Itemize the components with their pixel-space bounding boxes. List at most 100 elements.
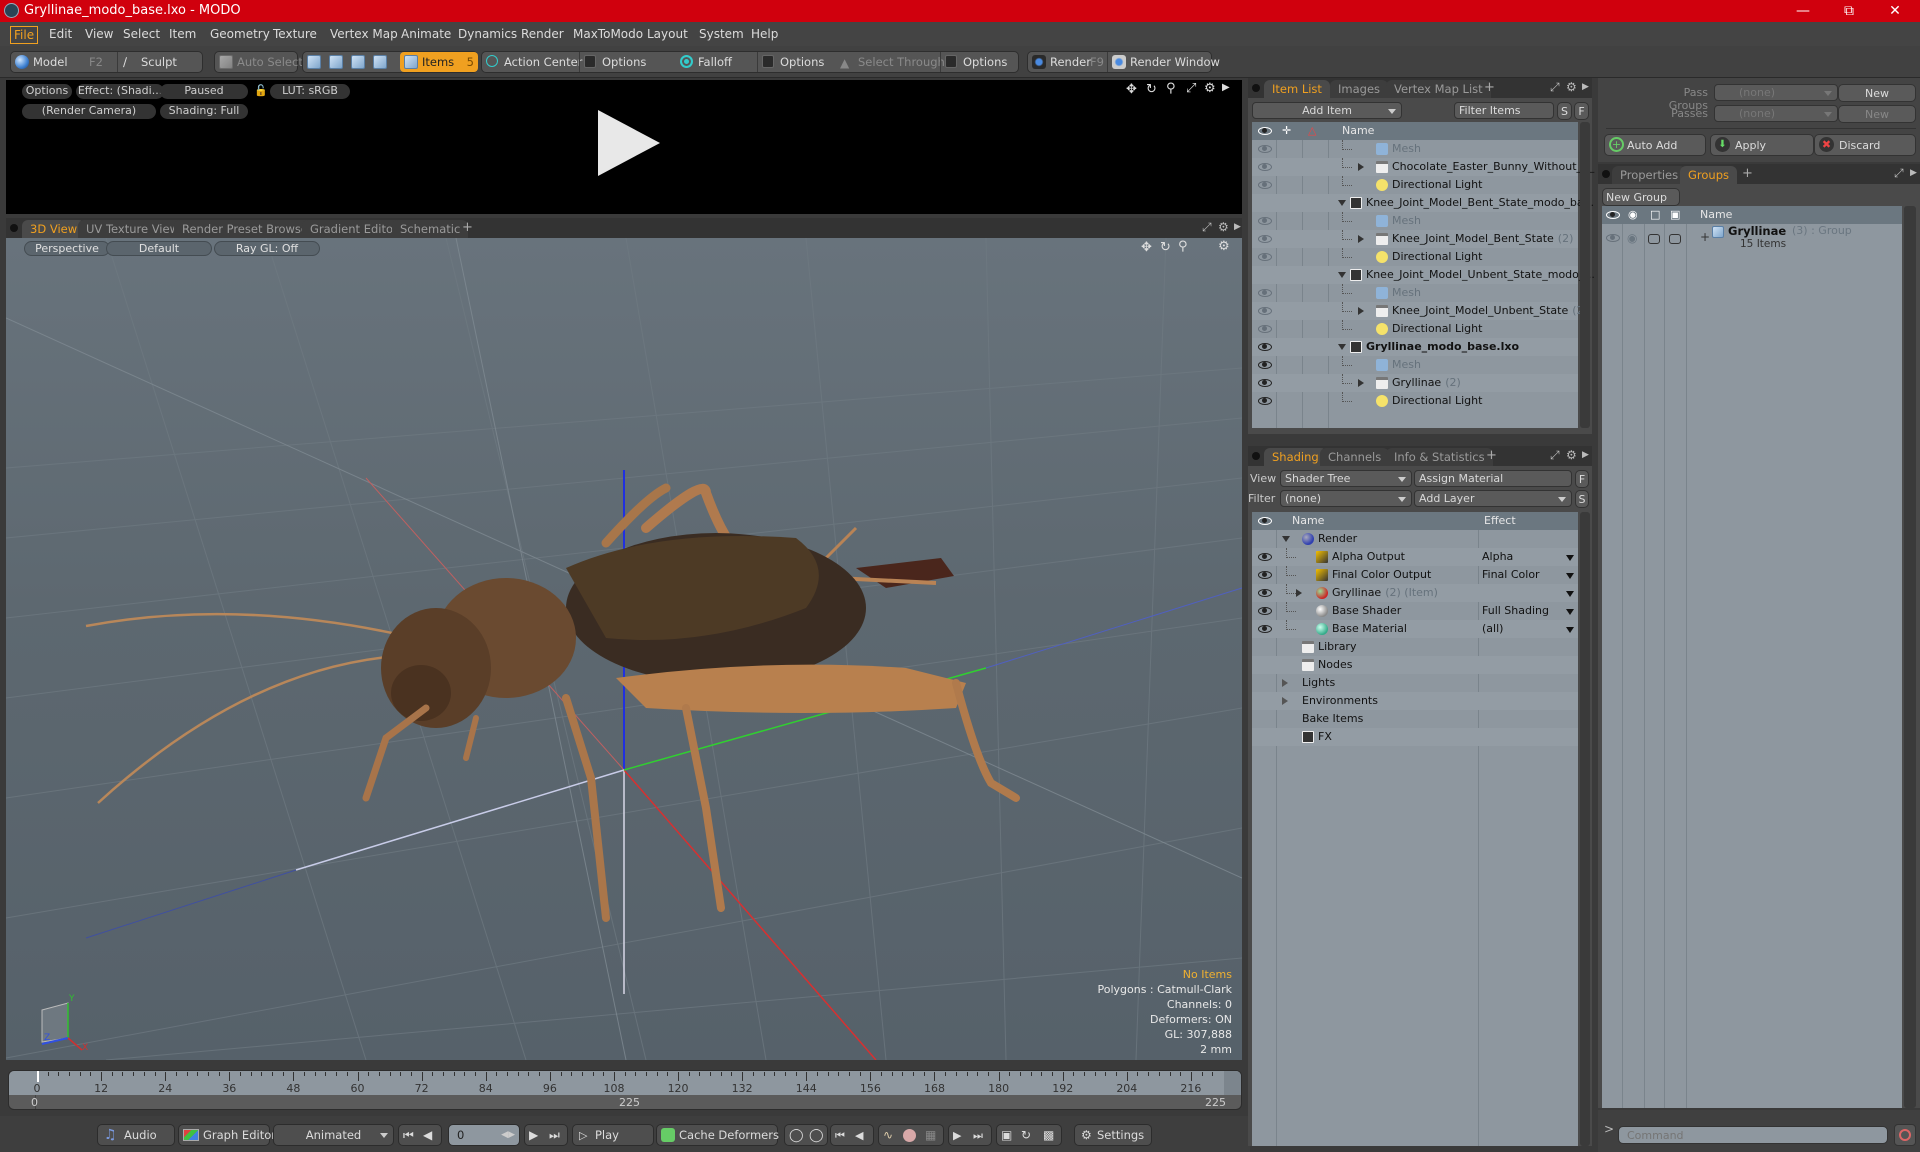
- maximize-panel-icon[interactable]: ⤢: [1550, 80, 1560, 95]
- shader-tree-row[interactable]: Nodes: [1252, 656, 1578, 674]
- falloff-button[interactable]: Falloff: [676, 52, 756, 72]
- panel-gear-icon[interactable]: ⚙: [1218, 220, 1229, 234]
- shading-add-tab-icon[interactable]: +: [1486, 448, 1497, 463]
- restore-button[interactable]: ⧉: [1826, 0, 1872, 22]
- expand-arrow-icon[interactable]: [1358, 163, 1364, 171]
- model-mode-button[interactable]: Model F2: [11, 52, 115, 72]
- item-list-row[interactable]: Directional Light: [1252, 320, 1578, 338]
- filter-items-input[interactable]: Filter Items: [1454, 102, 1554, 119]
- visibility-eye-icon[interactable]: [1258, 145, 1272, 153]
- menu-layout[interactable]: Layout: [644, 26, 691, 42]
- shader-tree-row[interactable]: Bake Items: [1252, 710, 1578, 728]
- shader-tree-row[interactable]: Lights: [1252, 674, 1578, 692]
- action-center-button[interactable]: Action Center: [482, 52, 582, 72]
- timeline[interactable]: 0 12 24 36 48 60 72 84 96 108 120 132 144 156 168 180 19…: [8, 1070, 1242, 1110]
- group-render-icon[interactable]: ◉: [1627, 231, 1637, 245]
- expand-arrow-icon[interactable]: [1358, 235, 1364, 243]
- visibility-eye-icon[interactable]: [1258, 181, 1272, 189]
- timeline-playhead[interactable]: [37, 1071, 39, 1082]
- menu-help[interactable]: Help: [748, 26, 781, 42]
- zoom-icon[interactable]: ⚲: [1166, 81, 1176, 96]
- group-row[interactable]: ◉ + Gryllinae (3) : Group 15 Items: [1602, 224, 1902, 256]
- shader-tree-scrollbar[interactable]: [1580, 512, 1590, 1146]
- menu-select[interactable]: Select: [120, 26, 163, 42]
- minimize-button[interactable]: —: [1780, 0, 1826, 22]
- item-list-tab-item-list[interactable]: Item List: [1264, 80, 1330, 98]
- collapse-arrow-icon[interactable]: [1338, 200, 1346, 206]
- shading-s-button[interactable]: S: [1575, 490, 1589, 508]
- vertices-mode-button[interactable]: [303, 52, 325, 72]
- axis-column-icon[interactable]: △: [1308, 122, 1316, 140]
- pass-groups-dropdown[interactable]: (none): [1714, 84, 1838, 101]
- timeline-ruler[interactable]: 0 12 24 36 48 60 72 84 96 108 120 132 144 156 168 180 19…: [9, 1071, 1241, 1095]
- item-list-scrollbar[interactable]: [1580, 122, 1590, 428]
- viewport-gear-icon[interactable]: ⚙: [1218, 239, 1230, 254]
- groups-tab-properties[interactable]: Properties: [1612, 166, 1687, 184]
- graph-editor-button[interactable]: Graph Editor: [178, 1124, 276, 1146]
- raygl-dropdown[interactable]: Ray GL: Off: [214, 241, 320, 256]
- menu-dynamics[interactable]: Dynamics: [455, 26, 520, 42]
- assign-material-button[interactable]: Assign Material: [1414, 470, 1572, 487]
- item-list-add-tab-icon[interactable]: +: [1484, 80, 1495, 95]
- new-pass-group-button[interactable]: New: [1838, 84, 1916, 102]
- panel-gear-icon[interactable]: ⚙: [1566, 448, 1577, 462]
- menu-vertex-map[interactable]: Vertex Map: [327, 26, 401, 42]
- shader-effect-value[interactable]: Full Shading: [1482, 602, 1549, 620]
- shader-filter-dropdown[interactable]: (none): [1280, 490, 1412, 507]
- cricket-model[interactable]: [85, 483, 1020, 922]
- expand-arrow-icon[interactable]: ▶: [1222, 82, 1230, 93]
- menu-render[interactable]: Render: [518, 26, 567, 42]
- audio-button[interactable]: ♫ Audio: [97, 1124, 175, 1146]
- items-mode-button[interactable]: Items 5: [400, 52, 478, 72]
- key-filter-icon[interactable]: ▦: [925, 1125, 936, 1146]
- next-frame-key-icon[interactable]: ▶: [953, 1125, 961, 1146]
- viewport-pan-icon[interactable]: ✥: [1141, 240, 1152, 255]
- apply-button[interactable]: ⬇ Apply: [1710, 134, 1814, 156]
- collapse-arrow-icon[interactable]: [1282, 536, 1290, 542]
- loop-icon[interactable]: ↻: [1021, 1125, 1031, 1146]
- visibility-eye-icon[interactable]: [1258, 589, 1272, 597]
- menu-animate[interactable]: Animate: [398, 26, 454, 42]
- menu-file[interactable]: File: [10, 26, 39, 44]
- effect-dropdown-arrow-icon[interactable]: [1566, 573, 1574, 579]
- select-through-button[interactable]: ▲ Select Through: [836, 52, 945, 72]
- auto-add-button[interactable]: + Auto Add: [1604, 134, 1706, 156]
- shader-tree-row[interactable]: Base Shader Full Shading: [1252, 602, 1578, 620]
- menu-geometry[interactable]: Geometry: [207, 26, 273, 42]
- menu-system[interactable]: System: [696, 26, 747, 42]
- command-input[interactable]: [1618, 1126, 1888, 1144]
- item-list-row[interactable]: Directional Light: [1252, 248, 1578, 266]
- expand-arrow-icon[interactable]: [1282, 697, 1288, 705]
- visibility-eye-icon[interactable]: [1258, 571, 1272, 579]
- panel-arrow-icon[interactable]: ▶: [1234, 222, 1241, 232]
- visibility-eye-icon[interactable]: [1258, 361, 1272, 369]
- lock-icon[interactable]: 🔓: [254, 84, 268, 97]
- visibility-eye-icon[interactable]: [1258, 607, 1272, 615]
- play-preview-icon[interactable]: [598, 110, 660, 176]
- viewport-zoom-icon[interactable]: ⚲: [1178, 239, 1188, 254]
- item-list-row[interactable]: Directional Light: [1252, 392, 1578, 410]
- shader-tree-row[interactable]: Render: [1252, 530, 1578, 548]
- frame-input[interactable]: 0 ◀▶: [448, 1124, 520, 1146]
- record-icon[interactable]: [903, 1129, 916, 1142]
- shading-tab-shading[interactable]: Shading: [1264, 448, 1327, 466]
- add-layer-dropdown[interactable]: Add Layer: [1414, 490, 1572, 507]
- item-list-row[interactable]: Directional Light: [1252, 176, 1578, 194]
- shading-f-button[interactable]: F: [1575, 470, 1589, 488]
- lut-dropdown[interactable]: LUT: sRGB: [270, 84, 350, 99]
- rotate-icon[interactable]: ↻: [1146, 82, 1157, 97]
- visibility-eye-icon[interactable]: [1258, 217, 1272, 225]
- visibility-eye-icon[interactable]: [1258, 397, 1272, 405]
- groups-tab-groups[interactable]: Groups: [1680, 166, 1738, 184]
- menu-view[interactable]: View: [82, 26, 116, 42]
- name-column-header[interactable]: Name: [1292, 512, 1324, 530]
- render-camera-dropdown[interactable]: (Render Camera): [22, 104, 156, 119]
- visibility-eye-icon[interactable]: [1258, 163, 1272, 171]
- gear-icon[interactable]: ⚙: [1204, 81, 1216, 96]
- shader-tree-row[interactable]: Library: [1252, 638, 1578, 656]
- cache-deformers-button[interactable]: Cache Deformers: [656, 1124, 779, 1146]
- item-list-row[interactable]: Mesh: [1252, 284, 1578, 302]
- visibility-eye-icon[interactable]: [1258, 625, 1272, 633]
- frame-stepper-icon[interactable]: ◀▶: [501, 1125, 515, 1146]
- add-item-dropdown[interactable]: Add Item: [1252, 102, 1402, 119]
